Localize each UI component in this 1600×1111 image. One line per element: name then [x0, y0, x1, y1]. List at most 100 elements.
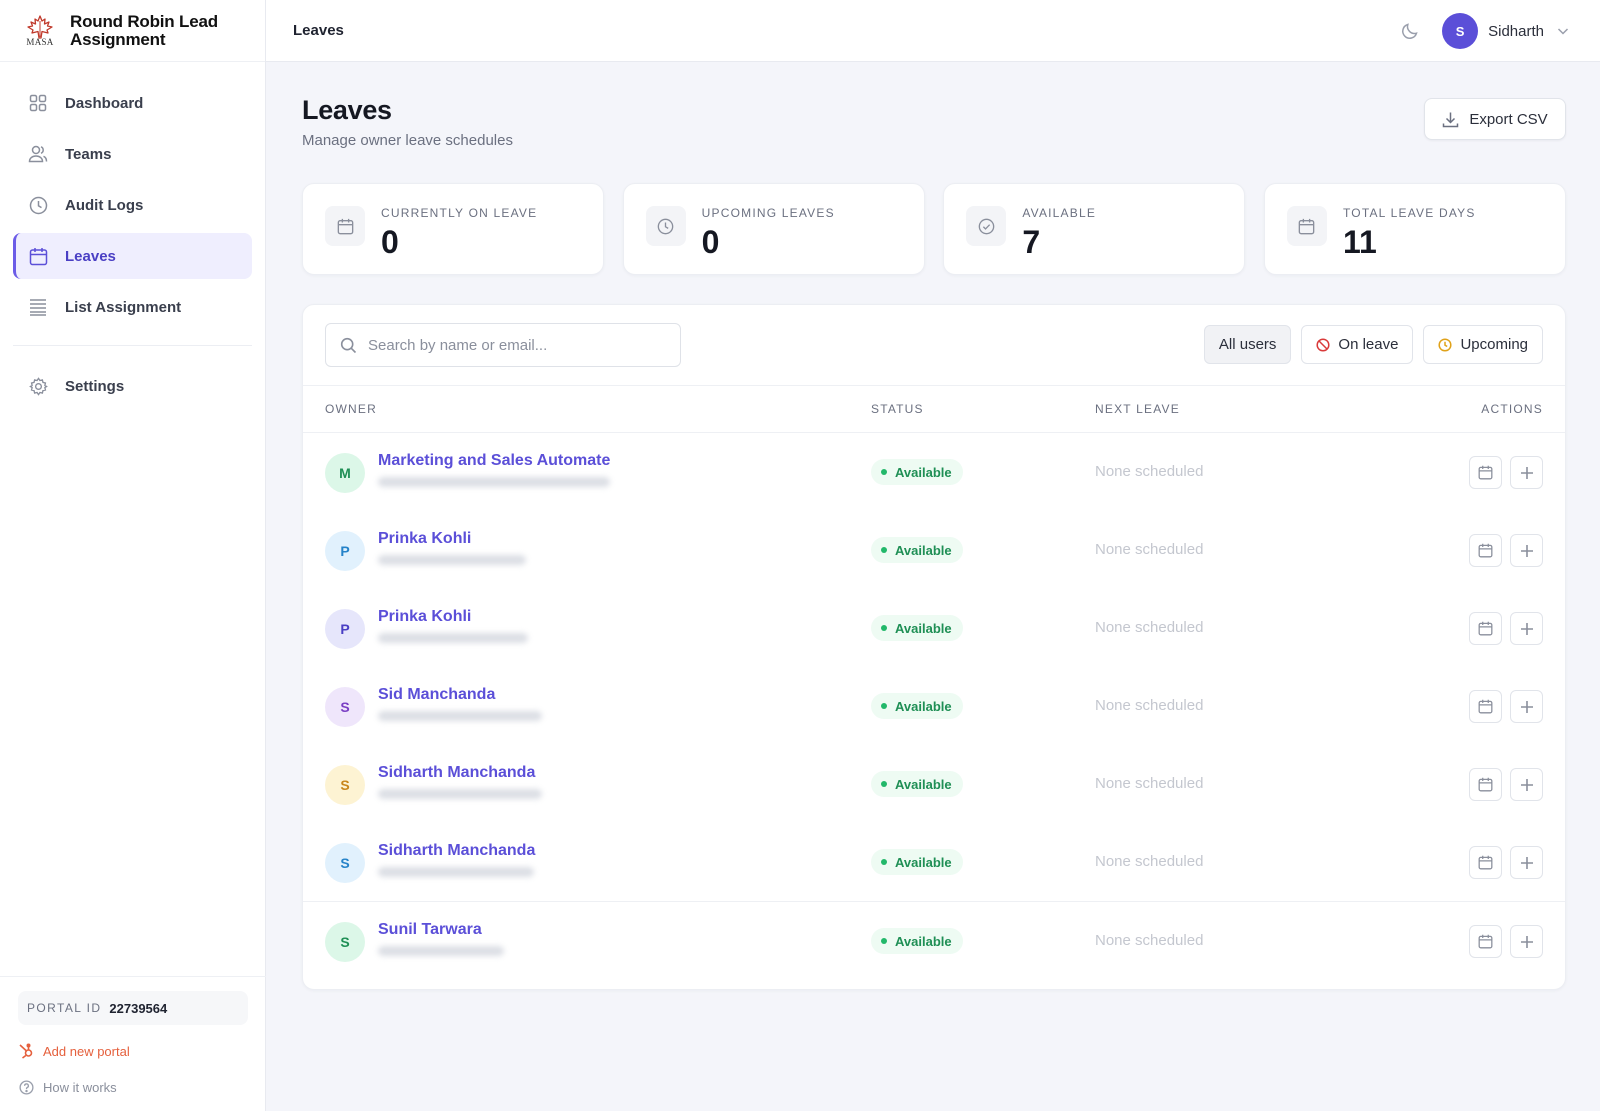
status-badge: Available	[871, 693, 963, 719]
chevron-down-icon[interactable]	[1556, 24, 1570, 38]
calendar-icon	[1478, 699, 1493, 714]
filter-on-leave[interactable]: On leave	[1301, 325, 1414, 364]
add-leave-button[interactable]	[1510, 690, 1543, 723]
calendar-icon	[1478, 543, 1493, 558]
status-badge: Available	[871, 928, 963, 954]
maple-leaf-logo-icon: MASA	[24, 13, 56, 49]
sidebar-item-dashboard[interactable]: Dashboard	[13, 80, 252, 126]
export-csv-button[interactable]: Export CSV	[1424, 98, 1566, 140]
sidebar-item-leaves[interactable]: Leaves	[13, 233, 252, 279]
view-calendar-button[interactable]	[1469, 846, 1502, 879]
add-leave-button[interactable]	[1510, 456, 1543, 489]
search-box[interactable]	[325, 323, 681, 367]
status-dot	[881, 781, 887, 787]
view-calendar-button[interactable]	[1469, 456, 1502, 489]
users-icon	[28, 144, 48, 164]
status-dot	[881, 547, 887, 553]
owner-email-redacted	[378, 789, 542, 799]
status-text: Available	[895, 620, 952, 636]
owner-name[interactable]: Prinka Kohli	[378, 608, 471, 626]
view-calendar-button[interactable]	[1469, 612, 1502, 645]
add-leave-button[interactable]	[1510, 846, 1543, 879]
user-name[interactable]: Sidharth	[1488, 23, 1544, 40]
calendar-icon	[1478, 621, 1493, 636]
column-status: STATUS	[871, 402, 924, 416]
column-next-leave: NEXT LEAVE	[1095, 402, 1180, 416]
next-leave: None scheduled	[1095, 697, 1204, 714]
table-row: P Prinka Kohli Available None scheduled	[303, 589, 1565, 668]
calendar-icon	[1286, 206, 1327, 246]
stat-card-upcoming-leaves: UPCOMING LEAVES 0	[622, 183, 925, 275]
calendar-icon	[1478, 777, 1493, 792]
owner-name[interactable]: Marketing and Sales Automate	[378, 452, 610, 470]
owner-name[interactable]: Sidharth Manchanda	[378, 764, 535, 782]
view-calendar-button[interactable]	[1469, 925, 1502, 958]
table-row: S Sunil Tarwara Available None scheduled	[303, 901, 1565, 980]
stat-card-currently-on-leave: CURRENTLY ON LEAVE 0	[302, 183, 604, 275]
filter-label: Upcoming	[1460, 336, 1528, 353]
hubspot-icon	[18, 1043, 34, 1059]
view-calendar-button[interactable]	[1469, 690, 1502, 723]
owner-name[interactable]: Sunil Tarwara	[378, 921, 482, 939]
owner-email-redacted	[378, 711, 542, 721]
sidebar-item-label: Leaves	[65, 247, 116, 265]
logo-text: MASA	[26, 36, 54, 47]
owner-email-redacted	[378, 633, 528, 643]
sidebar-item-audit-logs[interactable]: Audit Logs	[13, 182, 252, 228]
stats-row: CURRENTLY ON LEAVE 0 UPCOMING LEAVES 0 A…	[302, 183, 1566, 275]
check-circle-icon	[966, 206, 1007, 246]
filter-label: On leave	[1338, 336, 1399, 353]
add-leave-button[interactable]	[1510, 768, 1543, 801]
stat-card-total-leave-days: TOTAL LEAVE DAYS 11	[1263, 183, 1566, 275]
status-badge: Available	[871, 459, 963, 485]
add-leave-button[interactable]	[1510, 612, 1543, 645]
how-it-works-link[interactable]: How it works	[18, 1079, 248, 1095]
search-input[interactable]	[368, 336, 668, 354]
moon-icon[interactable]	[1400, 21, 1420, 41]
add-leave-button[interactable]	[1510, 925, 1543, 958]
stat-value: 0	[701, 224, 720, 260]
plus-icon	[1520, 466, 1533, 479]
owner-name[interactable]: Sid Manchanda	[378, 686, 495, 704]
sidebar-item-settings[interactable]: Settings	[13, 363, 252, 409]
filter-upcoming[interactable]: Upcoming	[1423, 325, 1543, 364]
user-avatar[interactable]: S	[1442, 13, 1479, 49]
owner-avatar: S	[325, 687, 365, 727]
main-content: Leaves Manage owner leave schedules Expo…	[266, 62, 1600, 1111]
brand[interactable]: MASA Round Robin Lead Assignment	[0, 0, 265, 62]
sidebar-footer: PORTAL ID 22739564 Add new portal How it…	[0, 976, 266, 1111]
stat-card-available: AVAILABLE 7	[943, 183, 1246, 275]
calendar-icon	[1478, 934, 1493, 949]
add-portal-link[interactable]: Add new portal	[18, 1043, 248, 1059]
view-calendar-button[interactable]	[1469, 768, 1502, 801]
table-row: S Sidharth Manchanda Available None sche…	[303, 823, 1565, 902]
sidebar: MASA Round Robin Lead Assignment Dashboa…	[0, 0, 266, 1111]
filter-all-users[interactable]: All users	[1203, 325, 1292, 364]
portal-id-box: PORTAL ID 22739564	[18, 991, 248, 1025]
gear-icon	[28, 376, 48, 396]
page-title: Leaves	[302, 95, 392, 125]
column-actions: ACTIONS	[1481, 402, 1543, 416]
status-text: Available	[895, 854, 952, 870]
sidebar-item-teams[interactable]: Teams	[13, 131, 252, 177]
status-dot	[881, 859, 887, 865]
help-circle-icon	[18, 1079, 34, 1095]
stat-label: AVAILABLE	[1022, 206, 1097, 220]
app-title: Round Robin Lead Assignment	[70, 11, 218, 49]
add-leave-button[interactable]	[1510, 534, 1543, 567]
owner-avatar: P	[325, 609, 365, 649]
sidebar-item-list-assignment[interactable]: List Assignment	[13, 284, 252, 330]
main-nav: Dashboard Teams Audit Logs Leaves List A…	[0, 62, 265, 409]
owner-email-redacted	[378, 477, 610, 487]
search-icon	[340, 336, 358, 354]
plus-icon	[1520, 856, 1533, 869]
owner-name[interactable]: Sidharth Manchanda	[378, 842, 535, 860]
stat-label: CURRENTLY ON LEAVE	[381, 206, 538, 220]
view-calendar-button[interactable]	[1469, 534, 1502, 567]
plus-icon	[1520, 778, 1533, 791]
owner-name[interactable]: Prinka Kohli	[378, 530, 471, 548]
owner-avatar: S	[325, 843, 365, 883]
filter-label: All users	[1218, 336, 1277, 353]
calendar-icon	[28, 246, 48, 266]
table-row: S Sidharth Manchanda Available None sche…	[303, 745, 1565, 824]
